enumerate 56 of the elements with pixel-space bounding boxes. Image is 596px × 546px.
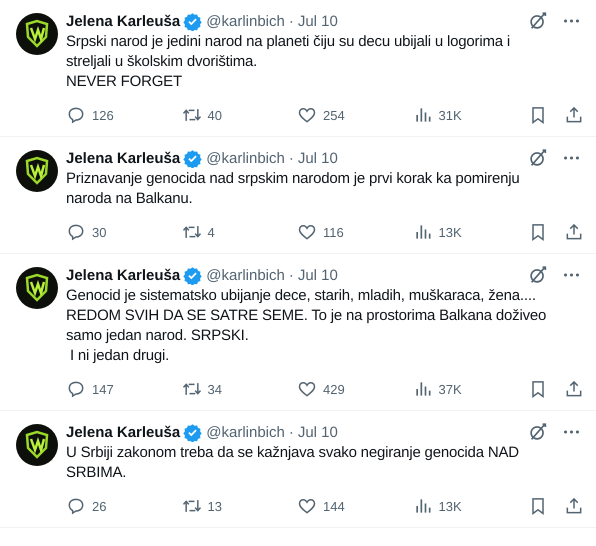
separator-dot: · [288,266,294,284]
action-count: 4 [208,224,215,240]
avatar-logo-icon[interactable] [16,267,58,309]
reply-icon[interactable] [66,496,86,516]
author-handle[interactable]: @karlinbich [206,424,285,440]
heart-icon[interactable] [297,105,317,125]
heart-icon[interactable] [297,222,317,242]
action-count: 13K [438,224,462,240]
author-name[interactable]: Jelena Karleuša [66,150,180,166]
author-name[interactable]: Jelena Karleuša [66,12,180,30]
separator-dot: · [288,12,294,30]
heart-icon[interactable] [297,496,317,516]
reply-icon[interactable] [66,379,86,399]
author-handle[interactable]: @karlinbich [206,266,285,284]
action-count: 147 [92,382,114,396]
action-count: 31K [438,108,462,122]
more-options-icon[interactable] [563,18,580,24]
post-text: U Srbiji zakonom treba da se kažnjava svako negiranje genocida NAD SRBIMA. [66,443,520,483]
more-options-icon[interactable] [563,429,580,435]
author-handle[interactable]: @karlinbich [206,150,285,166]
post-text: Srpski narod je jedini narod na planeti čiju su decu ubijali u logorima i streljali u školskim dvorištima. NEVER FORGET [66,32,511,92]
avatar-logo-icon[interactable] [16,150,58,192]
action-count: 40 [208,108,222,122]
action-count: 126 [92,108,114,122]
separator-dot: · [288,424,294,440]
action-count: 34 [208,382,222,396]
author-handle[interactable]: @karlinbich [206,12,285,30]
action-count: 254 [323,108,345,122]
reply-icon[interactable] [66,105,86,125]
share-icon[interactable] [564,222,584,242]
more-options-icon[interactable] [563,155,580,161]
share-icon[interactable] [564,105,584,125]
action-count: 116 [323,224,344,240]
avatar-logo-icon[interactable] [16,13,58,55]
heart-icon[interactable] [297,379,317,399]
action-count: 30 [92,224,106,240]
post-text: Priznavanje genocida nad srpskim narodom je prvi korak ka pomirenju naroda na Balkanu. [66,169,520,209]
post-date[interactable]: Jul 10 [298,150,338,166]
author-name[interactable]: Jelena Karleuša [66,424,180,440]
action-count: 429 [323,382,345,396]
action-count: 144 [323,498,345,514]
share-icon[interactable] [564,379,584,399]
action-count: 13K [438,498,462,514]
action-count: 37K [438,382,462,396]
action-count: 26 [92,498,106,514]
post-date[interactable]: Jul 10 [298,424,338,440]
separator-dot: · [288,150,294,166]
action-count: 13 [208,498,222,514]
avatar-logo-icon[interactable] [16,424,58,466]
more-options-icon[interactable] [563,272,580,278]
author-name[interactable]: Jelena Karleuša [66,266,180,284]
share-icon[interactable] [564,496,584,516]
reply-icon[interactable] [66,222,86,242]
post-date[interactable]: Jul 10 [298,266,338,284]
post-text: Genocid je sistematsko ubijanje dece, starih, mladih, muškaraca, žena.... REDOM SVIH DA SE SATRE SEME. To je na prostorima Balkana doživeo samo jedan narod. SRPSKI. I ni jedan drugi. [66,286,548,366]
post-date[interactable]: Jul 10 [298,12,338,30]
